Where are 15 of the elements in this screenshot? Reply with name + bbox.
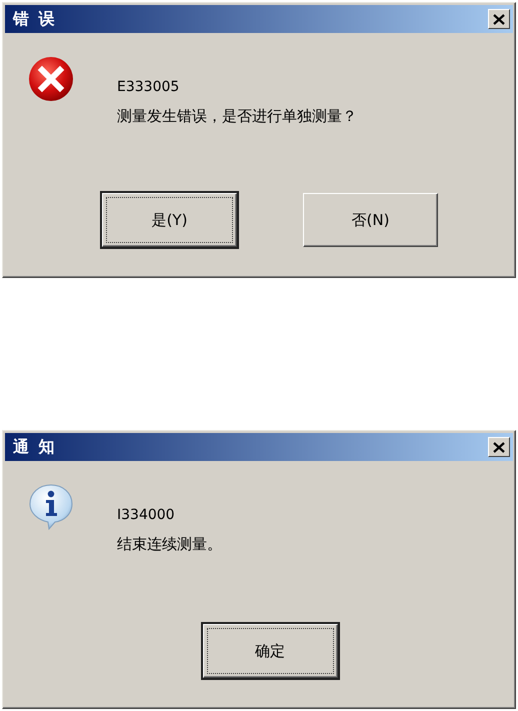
dialog-button[interactable]: 确定 bbox=[202, 624, 338, 678]
close-button[interactable] bbox=[488, 437, 510, 457]
message-code: I334000 bbox=[117, 507, 176, 523]
window-title: 错 误 bbox=[13, 8, 57, 30]
message-text: 测量发生错误，是否进行单独测量？ bbox=[117, 107, 357, 126]
close-icon bbox=[493, 442, 505, 452]
dialog-button[interactable]: 是(Y) bbox=[102, 193, 237, 247]
error-icon bbox=[27, 55, 75, 103]
info-icon bbox=[27, 483, 75, 531]
dialog-button[interactable]: 否(N) bbox=[303, 193, 438, 247]
close-button[interactable] bbox=[488, 9, 510, 29]
close-icon bbox=[493, 14, 505, 24]
window-title: 通 知 bbox=[13, 436, 57, 458]
message-text: 结束连续测量。 bbox=[117, 535, 222, 554]
message-code: E333005 bbox=[117, 79, 180, 95]
